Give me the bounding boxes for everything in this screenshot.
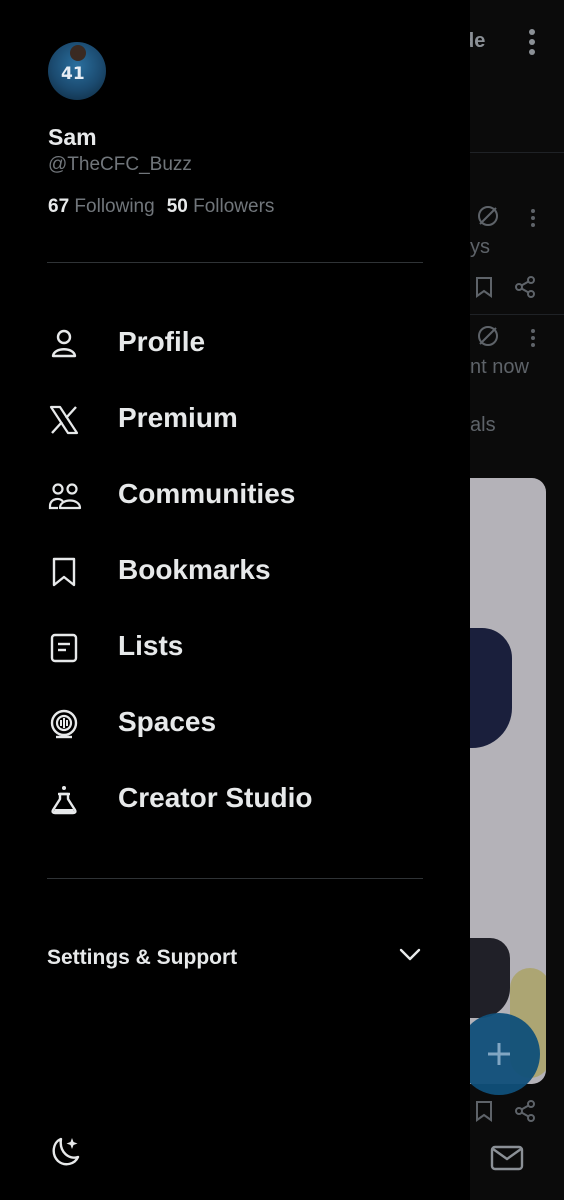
profile-handle[interactable]: @TheCFC_Buzz xyxy=(48,154,192,176)
divider xyxy=(47,262,423,263)
person-icon xyxy=(48,328,80,360)
bookmark-icon xyxy=(48,556,80,588)
menu-item-label: Creator Studio xyxy=(118,782,313,813)
menu-item-label: Communities xyxy=(118,478,296,509)
more-vertical-icon[interactable] xyxy=(530,328,536,348)
chevron-down-icon xyxy=(399,948,421,962)
communities-icon xyxy=(48,480,82,512)
grok-icon[interactable] xyxy=(476,204,500,228)
followers-count: 50 xyxy=(166,196,188,217)
drawer-menu: Profile Premium Communities Bookmarks Li… xyxy=(0,304,470,836)
followers-label: Followers xyxy=(193,196,275,217)
menu-item-communities[interactable]: Communities xyxy=(0,456,470,532)
plus-icon xyxy=(488,1043,510,1065)
mail-icon[interactable] xyxy=(490,1144,524,1172)
avatar[interactable]: 41 xyxy=(48,42,106,100)
spaces-icon xyxy=(48,708,80,740)
following-count: 67 xyxy=(48,196,70,217)
navigation-drawer: 41 Sam @TheCFC_Buzz 67 Following 50 Follo… xyxy=(0,0,470,1200)
settings-support-label: Settings & Support xyxy=(47,946,238,969)
snippet-text: nt now xyxy=(470,356,529,378)
share-icon[interactable] xyxy=(514,276,536,298)
settings-support-toggle[interactable]: Settings & Support xyxy=(47,940,423,980)
menu-item-bookmarks[interactable]: Bookmarks xyxy=(0,532,470,608)
menu-item-label: Lists xyxy=(118,630,184,661)
menu-item-creator-studio[interactable]: Creator Studio xyxy=(0,760,470,836)
more-vertical-icon[interactable] xyxy=(530,208,536,228)
media-image[interactable] xyxy=(470,478,546,1084)
bookmark-icon[interactable] xyxy=(474,1100,494,1122)
snippet-text: ys xyxy=(470,236,490,258)
compose-button[interactable] xyxy=(458,1013,540,1095)
following-label: Following xyxy=(74,196,155,217)
bookmark-icon[interactable] xyxy=(474,276,494,298)
grok-icon[interactable] xyxy=(476,324,500,348)
share-icon[interactable] xyxy=(514,1100,536,1122)
following-link[interactable]: 67 Following xyxy=(48,196,155,217)
moon-icon[interactable] xyxy=(47,1134,81,1168)
menu-item-profile[interactable]: Profile xyxy=(0,304,470,380)
menu-item-label: Spaces xyxy=(118,706,217,737)
jersey-number: 41 xyxy=(61,64,85,84)
x-logo-icon xyxy=(48,404,80,436)
menu-item-lists[interactable]: Lists xyxy=(0,608,470,684)
menu-item-label: Profile xyxy=(118,326,206,357)
header-fragment: de xyxy=(470,30,486,52)
menu-item-spaces[interactable]: Spaces xyxy=(0,684,470,760)
divider xyxy=(47,878,423,879)
profile-name[interactable]: Sam xyxy=(48,124,97,151)
menu-item-premium[interactable]: Premium xyxy=(0,380,470,456)
followers-link[interactable]: 50 Followers xyxy=(167,196,275,217)
more-vertical-icon[interactable] xyxy=(528,28,536,56)
list-icon xyxy=(48,632,80,664)
creator-studio-icon xyxy=(48,784,80,816)
follow-stats: 67 Following 50 Followers xyxy=(48,196,274,218)
menu-item-label: Bookmarks xyxy=(118,554,271,585)
snippet-text: als xyxy=(470,414,496,436)
menu-item-label: Premium xyxy=(118,402,238,433)
